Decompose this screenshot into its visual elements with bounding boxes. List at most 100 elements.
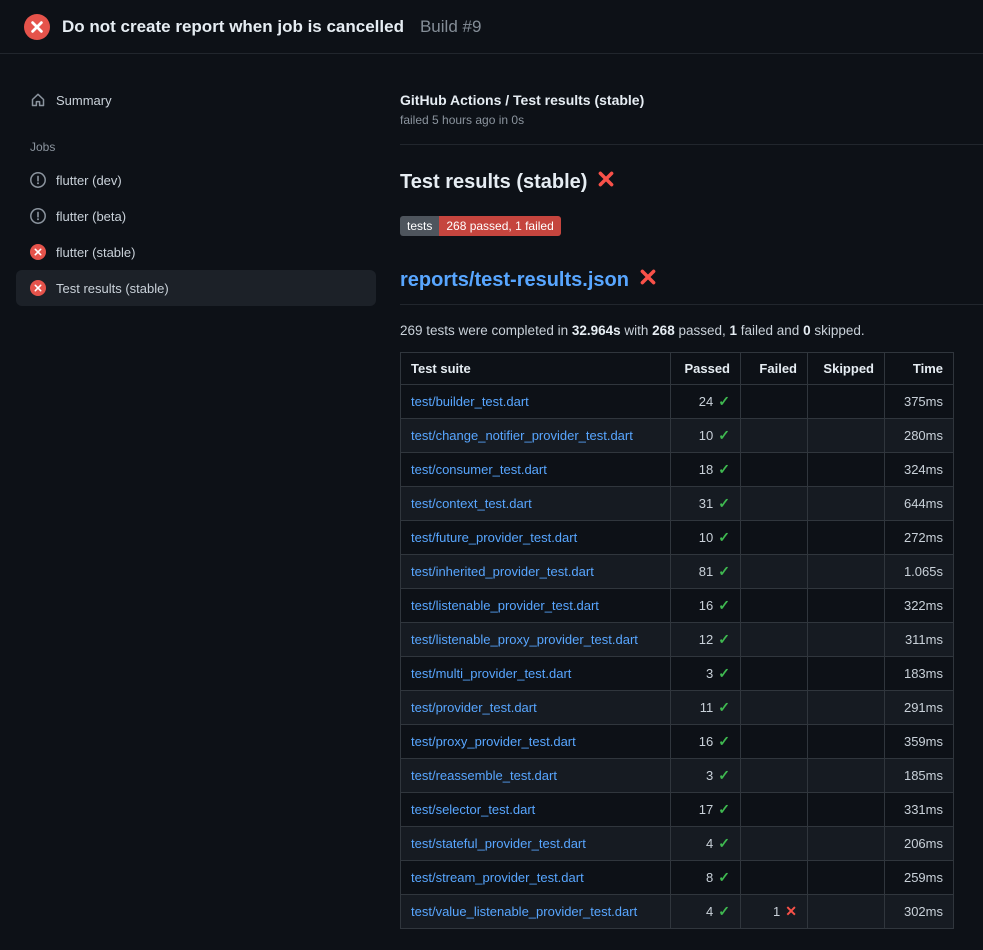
passed-cell: 16 ✓ [671,725,741,759]
sidebar-item-label: flutter (beta) [56,209,126,224]
suite-cell: test/stream_provider_test.dart [401,861,671,895]
time-cell: 280ms [885,419,954,453]
test-results-table: Test suite Passed Failed Skipped Time te… [400,352,954,929]
skipped-cell [808,453,885,487]
table-row: test/proxy_provider_test.dart16✓359ms [401,725,954,759]
run-title: Do not create report when job is cancell… [62,17,404,37]
badge-label: tests [400,216,439,236]
suite-cell: test/value_listenable_provider_test.dart [401,895,671,929]
section-title-text: Test results (stable) [400,171,587,194]
test-suite-link[interactable]: test/reassemble_test.dart [411,768,557,783]
summary-segment: with [621,323,653,338]
check-icon: ✓ [718,733,730,749]
table-row: test/reassemble_test.dart3✓185ms [401,759,954,793]
count-value: 4 [706,904,713,919]
test-suite-link[interactable]: test/stream_provider_test.dart [411,870,584,885]
time-cell: 185ms [885,759,954,793]
check-icon: ✓ [718,495,730,511]
table-row: test/change_notifier_provider_test.dart1… [401,419,954,453]
skipped-cell [808,555,885,589]
table-row: test/stream_provider_test.dart8✓259ms [401,861,954,895]
skipped-cell [808,691,885,725]
sidebar-item-flutter-dev[interactable]: flutter (dev) [16,162,376,198]
suite-cell: test/future_provider_test.dart [401,521,671,555]
test-suite-link[interactable]: test/consumer_test.dart [411,462,547,477]
passed-cell: 11✓ [671,691,741,725]
home-icon [30,92,46,108]
build-number: Build #9 [420,17,481,37]
failed-cell [741,589,808,623]
table-row: test/selector_test.dart17✓331ms [401,793,954,827]
count-value: 1 [773,904,780,919]
sidebar-item-test-results-stable[interactable]: Test results (stable) [16,270,376,306]
time-cell: 291ms [885,691,954,725]
skipped-cell [808,419,885,453]
column-header-passed: Passed [671,353,741,385]
test-suite-link[interactable]: test/listenable_proxy_provider_test.dart [411,632,638,647]
test-suite-link[interactable]: test/future_provider_test.dart [411,530,577,545]
sidebar-item-flutter-beta[interactable]: flutter (beta) [16,198,376,234]
passed-cell: 3✓ [671,657,741,691]
skipped-cell [808,487,885,521]
skipped-cell [808,521,885,555]
time-cell: 375ms [885,385,954,419]
skipped-cell [808,589,885,623]
suite-cell: test/reassemble_test.dart [401,759,671,793]
check-icon: ✓ [718,631,730,647]
passed-cell: 31✓ [671,487,741,521]
sidebar: Summary Jobs flutter (dev) flut [0,54,400,306]
test-suite-link[interactable]: test/value_listenable_provider_test.dart [411,904,637,919]
sidebar-item-summary[interactable]: Summary [16,82,376,118]
failed-cell [741,555,808,589]
test-suite-link[interactable]: test/provider_test.dart [411,700,537,715]
test-suite-link[interactable]: test/listenable_provider_test.dart [411,598,599,613]
exclamation-circle-icon [30,208,46,224]
suite-cell: test/builder_test.dart [401,385,671,419]
skipped-cell [808,725,885,759]
x-circle-icon [30,244,46,260]
column-header-test-suite: Test suite [401,353,671,385]
check-icon: ✓ [718,393,730,409]
test-suite-link[interactable]: test/change_notifier_provider_test.dart [411,428,633,443]
table-row: test/listenable_provider_test.dart16✓322… [401,589,954,623]
failed-cell [741,657,808,691]
failed-cell [741,385,808,419]
summary-segment: passed, [675,323,730,338]
test-suite-link[interactable]: test/builder_test.dart [411,394,529,409]
summary-line: 269 tests were completed in 32.964s with… [400,323,983,338]
test-suite-link[interactable]: test/selector_test.dart [411,802,535,817]
skipped-cell [808,385,885,419]
jobs-section-label: Jobs [16,118,376,162]
test-suite-link[interactable]: test/context_test.dart [411,496,532,511]
report-file-link[interactable]: reports/test-results.json [400,269,629,292]
test-suite-link[interactable]: test/proxy_provider_test.dart [411,734,576,749]
sidebar-item-flutter-stable[interactable]: flutter (stable) [16,234,376,270]
time-cell: 644ms [885,487,954,521]
passed-cell: 16✓ [671,589,741,623]
run-header: Do not create report when job is cancell… [0,0,983,54]
suite-cell: test/listenable_provider_test.dart [401,589,671,623]
suite-cell: test/selector_test.dart [401,793,671,827]
count-value: 17 [699,802,713,817]
test-suite-link[interactable]: test/multi_provider_test.dart [411,666,571,681]
count-value: 16 [699,734,713,749]
passed-cell: 4✓ [671,895,741,929]
column-header-time: Time [885,353,954,385]
suite-cell: test/multi_provider_test.dart [401,657,671,691]
time-cell: 324ms [885,453,954,487]
section-title: Test results (stable) [400,170,983,194]
count-value: 3 [706,666,713,681]
sidebar-item-label: Summary [56,93,112,108]
suite-cell: test/provider_test.dart [401,691,671,725]
count-value: 12 [699,632,713,647]
breadcrumb: GitHub Actions / Test results (stable) [400,92,983,108]
failed-cell [741,759,808,793]
test-suite-link[interactable]: test/inherited_provider_test.dart [411,564,594,579]
check-icon: ✓ [718,427,730,443]
test-suite-link[interactable]: test/stateful_provider_test.dart [411,836,586,851]
table-row: test/stateful_provider_test.dart4✓206ms [401,827,954,861]
count-value: 24 [699,394,713,409]
skipped-cell [808,861,885,895]
count-value: 3 [706,768,713,783]
main-content: GitHub Actions / Test results (stable) f… [400,54,983,929]
